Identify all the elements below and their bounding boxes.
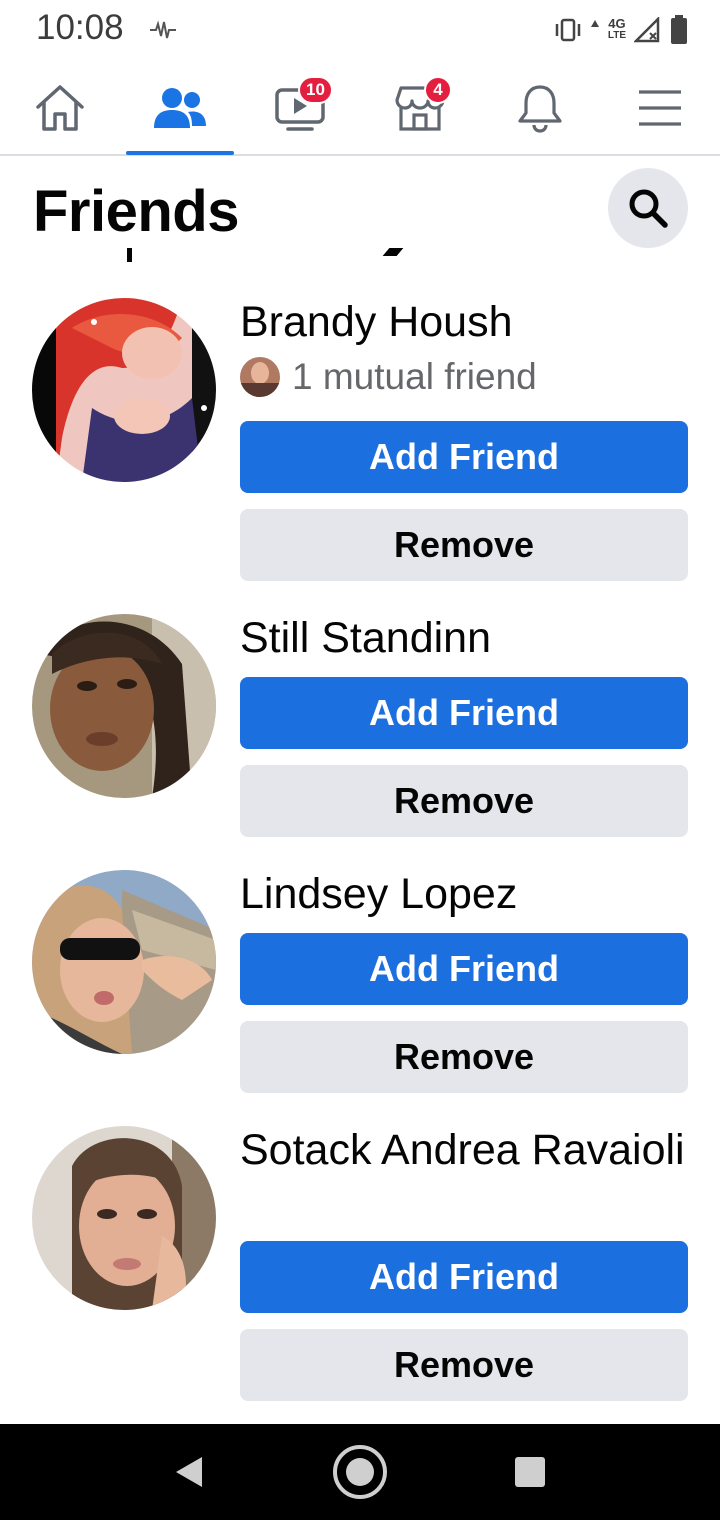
mutual-friend-avatar [240,357,280,397]
mutual-friends-text: 1 mutual friend [292,356,537,397]
remove-button[interactable]: Remove [240,1021,688,1093]
battery-icon [671,15,687,44]
vibrate-icon [555,18,581,42]
friend-name[interactable]: Brandy Housh [240,296,700,348]
recents-icon [515,1457,545,1487]
activity-wave-icon [150,20,176,39]
friend-name[interactable]: Lindsey Lopez [240,868,700,920]
mutual-friends[interactable]: 1 mutual friend [240,356,537,398]
profile-photo [32,1126,216,1310]
nav-friends[interactable] [120,62,240,154]
recents-button[interactable] [490,1424,570,1520]
nav-home[interactable] [0,62,120,154]
nav-notifications[interactable] [480,62,600,154]
profile-photo [32,614,216,798]
network-type: 4G LTE [607,16,626,41]
watch-badge: 10 [298,76,333,104]
data-arrows-icon [590,20,599,27]
profile-photo [32,298,216,482]
back-icon [176,1457,202,1487]
active-tab-indicator [126,151,234,155]
avatar[interactable] [32,870,216,1054]
home-circle-icon [333,1445,387,1499]
friend-name[interactable]: Sotack Andrea Ravaioli [240,1124,700,1176]
add-friend-button[interactable]: Add Friend [240,933,688,1005]
home-button[interactable] [320,1424,400,1520]
scrolled-content-edge [0,248,720,264]
search-button[interactable] [608,168,688,248]
avatar[interactable] [32,614,216,798]
nav-menu[interactable] [600,62,720,154]
status-bar: 10:08 4G LTE [0,0,720,62]
hamburger-icon [639,90,681,126]
signal-icon [634,17,660,43]
add-friend-button[interactable]: Add Friend [240,421,688,493]
profile-photo [32,870,216,1054]
remove-button[interactable]: Remove [240,765,688,837]
nav-watch[interactable] [240,62,360,154]
top-nav-bar: 10 4 [0,62,720,156]
remove-button[interactable]: Remove [240,509,688,581]
status-time: 10:08 [36,8,124,47]
nav-marketplace[interactable] [360,62,480,154]
android-nav-bar [0,1424,720,1520]
bell-icon [518,85,562,133]
status-icons: 4G LTE [554,14,688,46]
page-title: Friends [33,179,240,244]
avatar[interactable] [32,1126,216,1310]
remove-button[interactable]: Remove [240,1329,688,1401]
friends-icon [154,88,206,128]
search-icon [629,189,668,228]
add-friend-button[interactable]: Add Friend [240,677,688,749]
add-friend-button[interactable]: Add Friend [240,1241,688,1313]
friend-name[interactable]: Still Standinn [240,612,700,664]
home-icon [36,85,84,131]
avatar[interactable] [32,298,216,482]
back-button[interactable] [150,1424,230,1520]
marketplace-badge: 4 [424,76,452,104]
